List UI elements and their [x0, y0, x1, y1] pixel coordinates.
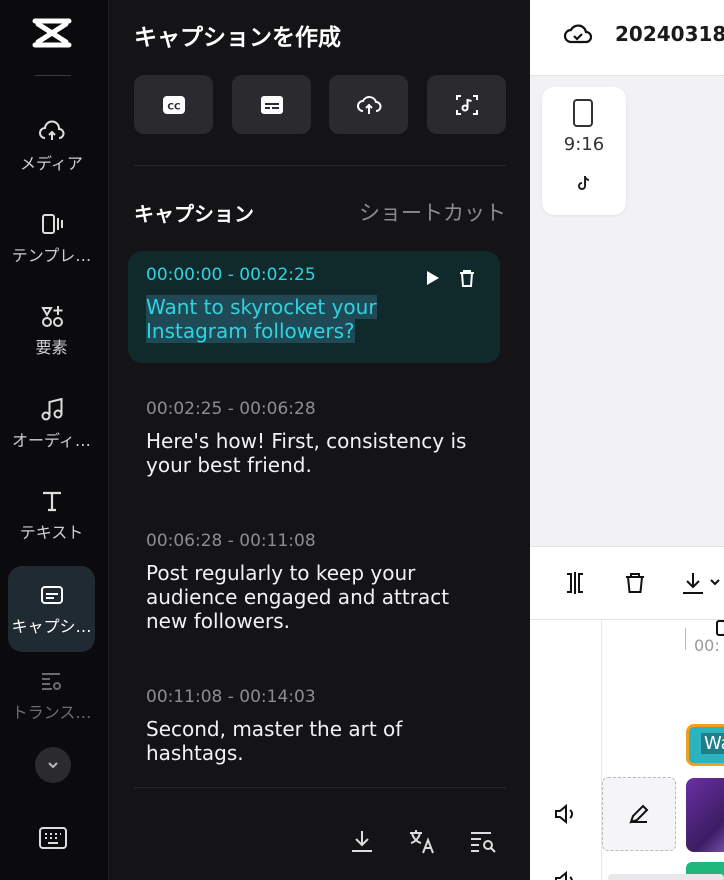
- svg-text:CC: CC: [167, 102, 181, 112]
- editor-area: 20240318 9:16 00: Wa: [530, 0, 724, 880]
- volume-icon[interactable]: [552, 801, 578, 827]
- capcut-logo-icon[interactable]: [32, 16, 72, 50]
- top-bar: 20240318: [530, 0, 724, 76]
- panel-divider: [134, 787, 506, 788]
- nav-item-label: メディア: [20, 154, 83, 173]
- nav-item-label: トランス…: [11, 703, 92, 722]
- caption-clip-text: Wa: [701, 733, 724, 754]
- download-icon[interactable]: [347, 826, 377, 856]
- trash-icon[interactable]: [456, 267, 478, 289]
- video-clip[interactable]: [686, 778, 724, 852]
- section-title: キャプション: [134, 202, 254, 226]
- nav-separator: [35, 75, 71, 76]
- lyrics-caption-button[interactable]: [427, 75, 506, 134]
- chevron-down-icon: [48, 762, 58, 769]
- text-icon: [42, 491, 61, 512]
- volume-icon[interactable]: [552, 868, 578, 880]
- auto-caption-button[interactable]: CC: [134, 75, 213, 134]
- caption-time: 00:11:08 - 00:14:03: [146, 687, 316, 707]
- download-dropdown-icon[interactable]: [679, 569, 723, 597]
- search-list-icon[interactable]: [468, 826, 498, 856]
- nav-item-label: テキスト: [19, 523, 84, 542]
- caption-item[interactable]: 00:11:08 - 00:14:03 Second, master the a…: [128, 673, 500, 779]
- nav-item-text[interactable]: テキスト: [8, 472, 95, 558]
- subtitle-icon: [260, 95, 283, 114]
- nav-item-templates[interactable]: テンプレ…: [8, 195, 95, 281]
- panel-title: キャプションを作成: [134, 25, 341, 51]
- translate-icon[interactable]: [407, 826, 437, 856]
- cloud-upload-icon: [38, 120, 64, 140]
- caption-clip[interactable]: Wa: [686, 724, 724, 766]
- nav-item-label: 要素: [35, 338, 68, 357]
- caption-text[interactable]: Second, master the art of hashtags.: [146, 717, 482, 765]
- aspect-ratio-label: 9:16: [563, 134, 605, 155]
- caption-time: 00:02:25 - 00:06:28: [146, 399, 316, 419]
- keyboard-icon[interactable]: [38, 826, 68, 850]
- transcript-icon: [41, 673, 61, 690]
- nav-item-transitions[interactable]: トランス…: [8, 660, 95, 730]
- nav-item-captions[interactable]: キャプシ…: [8, 566, 95, 652]
- manual-caption-button[interactable]: [232, 75, 311, 134]
- caption-text[interactable]: Post regularly to keep your audience eng…: [146, 561, 482, 633]
- caption-time: 00:06:28 - 00:11:08: [146, 531, 316, 551]
- timeline-scrollbar[interactable]: [608, 874, 724, 880]
- caption-icon: [40, 586, 63, 604]
- split-icon[interactable]: [561, 569, 589, 597]
- nav-item-audio[interactable]: オーディ…: [8, 380, 95, 466]
- shortcut-link[interactable]: ショートカット: [359, 197, 506, 227]
- nav-item-media[interactable]: メディア: [8, 103, 95, 189]
- caption-text[interactable]: Here's how! First, consistency is your b…: [146, 429, 482, 477]
- play-icon[interactable]: [422, 268, 442, 288]
- caption-item-active[interactable]: 00:00:00 - 00:02:25 Want to skyrocket yo…: [128, 251, 500, 363]
- more-button[interactable]: [35, 747, 71, 783]
- timeline-tracks: 00: Wa: [530, 620, 724, 880]
- caption-item[interactable]: 00:02:25 - 00:06:28 Here's how! First, c…: [128, 385, 500, 491]
- ruler-time: 00:: [694, 636, 720, 655]
- project-name[interactable]: 20240318: [615, 22, 724, 46]
- left-nav: メディア テンプレ… 要素 オーディ… テキスト キャプシ… トランス…: [0, 0, 109, 880]
- template-icon: [41, 214, 63, 234]
- upload-caption-button[interactable]: [329, 75, 408, 134]
- elements-icon: [40, 306, 63, 327]
- phone-icon: [573, 99, 593, 127]
- timeline-toolbar: [530, 546, 724, 620]
- caption-text: Want to skyrocket your Instagram followe…: [146, 295, 377, 343]
- cover-edit-button[interactable]: [602, 777, 676, 851]
- aspect-ratio-card[interactable]: 9:16: [542, 87, 626, 215]
- caption-text-editor[interactable]: Want to skyrocket your Instagram followe…: [146, 295, 482, 343]
- panel-divider: [134, 165, 506, 166]
- music-note-icon: [41, 397, 62, 421]
- ruler-tick: [685, 628, 686, 650]
- caption-item[interactable]: 00:06:28 - 00:11:08 Post regularly to ke…: [128, 517, 500, 647]
- pencil-icon: [629, 804, 649, 824]
- scan-music-icon: [455, 94, 478, 115]
- caption-panel: キャプションを作成 CC キャプション ショートカット 00:00:00 - 0…: [110, 0, 530, 880]
- cloud-check-icon[interactable]: [563, 20, 593, 48]
- track-controls: [530, 620, 602, 880]
- tiktok-icon: [578, 175, 590, 190]
- nav-item-elements[interactable]: 要素: [8, 287, 95, 373]
- cc-icon: CC: [162, 95, 185, 114]
- nav-item-label: キャプシ…: [11, 617, 92, 636]
- nav-item-label: テンプレ…: [11, 246, 92, 265]
- nav-item-label: オーディ…: [12, 431, 91, 450]
- delete-icon[interactable]: [621, 569, 649, 597]
- upload-icon: [356, 95, 381, 114]
- playhead[interactable]: [716, 620, 724, 636]
